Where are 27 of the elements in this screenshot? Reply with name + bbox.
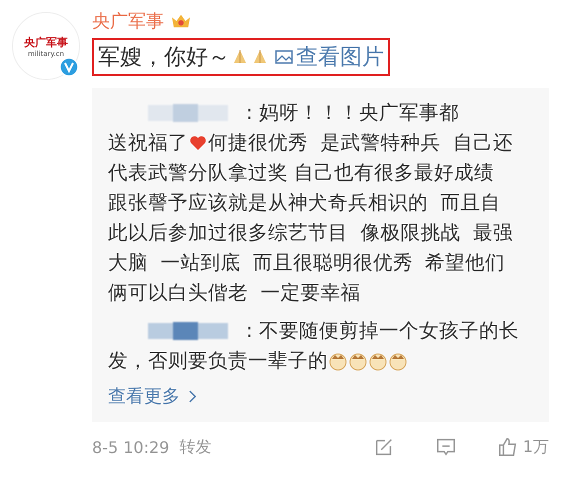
heart-icon	[188, 133, 208, 153]
repost-link[interactable]: 转发	[179, 436, 212, 458]
reply-text: 大脑 一站到底 而且很聪明很优秀 希望他们	[108, 250, 506, 276]
crown-icon	[170, 12, 192, 30]
cat-face-icon	[328, 351, 348, 371]
reply-text: 何捷很优秀 是武警特种兵 自己还	[208, 130, 513, 156]
cat-face-icon	[388, 351, 408, 371]
view-more-link[interactable]: 查看更多	[108, 384, 197, 408]
reply-text: 发，否则要负责一辈子的	[108, 348, 328, 374]
post-time: 8-5 10:29	[92, 438, 170, 456]
reply-text: 俩可以白头偕老 一定要幸福	[108, 280, 360, 306]
cat-face-icon	[348, 351, 368, 371]
like-button[interactable]: 1万	[496, 436, 549, 458]
post-text: 军嫂，你好～	[98, 44, 230, 72]
author-name[interactable]: 央广军事	[92, 9, 164, 33]
thumbs-up-icon	[496, 436, 519, 458]
reply-text: : 妈呀！！！央广军事都	[246, 100, 459, 126]
reply-text: 此以后参加过很多综艺节目 像极限挑战 最强	[108, 220, 513, 246]
avatar-logo-text: 央广军事	[24, 34, 68, 50]
cat-face-icon	[368, 351, 388, 371]
reply-text: 跟张謦予应该就是从神犬奇兵相识的 而且自	[108, 190, 500, 216]
reply-text: : 不要随便剪掉一个女孩子的长	[246, 318, 519, 344]
reply-text: 送祝福了	[108, 130, 188, 156]
chevron-right-icon	[188, 388, 197, 404]
view-image-link[interactable]: 查看图片	[274, 42, 384, 72]
comment-icon[interactable]	[434, 436, 457, 458]
reply-text: 代表武警分队拿过奖 自己也有很多最好成绩	[108, 160, 494, 186]
